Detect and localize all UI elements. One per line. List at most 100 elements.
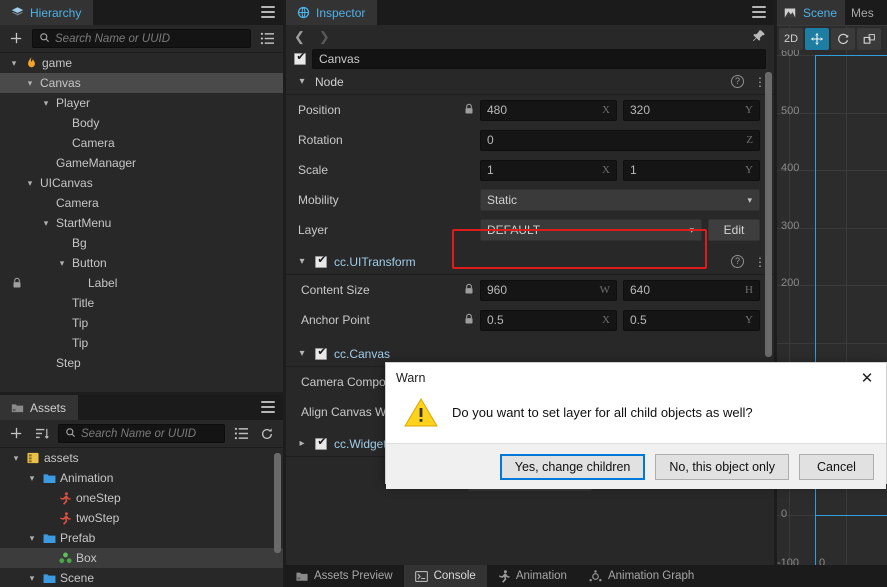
tree-item-animation[interactable]: ▾Animation [0,468,283,488]
question-icon[interactable]: ? [731,75,744,88]
dialog-button-yes-change-children[interactable]: Yes, change children [500,454,646,480]
node-enabled-checkbox[interactable] [294,53,306,65]
chevron-down-icon[interactable]: ▾ [296,256,308,267]
chevron-right-icon[interactable]: ▸ [296,438,308,449]
rotate-tool-icon[interactable] [831,28,855,50]
section-node[interactable]: ▾ Node ? ⋮ [286,69,774,95]
chevron-right-icon[interactable]: ❯ [319,29,330,45]
assets-search[interactable] [58,424,225,443]
tree-item-camera[interactable]: Camera [0,133,283,153]
content-size-height-input[interactable]: 640 H [623,280,760,301]
tab-assets[interactable]: Assets [0,395,78,420]
inspector-scrollbar[interactable] [765,72,772,357]
lock-icon[interactable] [458,103,480,118]
tree-item-tip[interactable]: Tip [0,313,283,333]
anchor-point-y-input[interactable]: 0.5 Y [623,310,760,331]
pin-icon[interactable] [752,29,766,46]
add-asset-button[interactable] [6,424,26,444]
rotation-z-input[interactable]: 0 Z [480,130,760,151]
tree-item-onestep[interactable]: oneStep [0,488,283,508]
scale-tool-icon[interactable] [857,28,881,50]
section-uitransform[interactable]: ▾ cc.UITransform ? ⋮ [286,249,774,275]
tab-scene[interactable]: Scene [777,0,845,25]
lock-icon[interactable] [10,277,24,292]
chevron-down-icon[interactable]: ▾ [56,258,68,269]
tree-item-tip[interactable]: Tip [0,333,283,353]
scale-x-input[interactable]: 1 X [480,160,617,181]
hierarchy-menu-icon[interactable] [261,6,275,18]
tree-item-canvas[interactable]: ▾Canvas [0,73,283,93]
tab-inspector[interactable]: Inspector [286,0,377,25]
lock-icon[interactable] [458,313,480,328]
tree-item-label[interactable]: Label [0,273,283,293]
layer-edit-button[interactable]: Edit [708,219,760,241]
tree-item-title[interactable]: Title [0,293,283,313]
hierarchy-search[interactable] [32,29,251,48]
chevron-down-icon[interactable]: ▾ [296,76,308,87]
add-node-button[interactable] [6,29,26,49]
bottom-tab-assets-preview[interactable]: Assets Preview [285,565,404,587]
close-icon[interactable]: ✕ [856,367,878,389]
scale-y-input[interactable]: 1 Y [623,160,760,181]
assets-menu-icon[interactable] [261,401,275,413]
hierarchy-tree[interactable]: ▾game▾Canvas▾Player Body Camera GameMana… [0,53,283,392]
tree-item-box[interactable]: Box [0,548,283,568]
position-y-input[interactable]: 320 Y [623,100,760,121]
chevron-down-icon[interactable]: ▾ [296,348,308,359]
tree-item-scene[interactable]: ▾Scene [0,568,283,587]
scene-2d-toggle[interactable]: 2D [779,28,803,50]
chevron-down-icon[interactable]: ▾ [8,58,20,69]
bottom-tab-animation-graph[interactable]: Animation Graph [578,565,705,587]
chevron-left-icon[interactable]: ❮ [294,29,305,45]
bottom-tab-animation[interactable]: Animation [487,565,578,587]
node-name-field[interactable]: Canvas [312,49,766,69]
chevron-down-icon[interactable]: ▾ [40,218,52,229]
question-icon[interactable]: ? [731,255,744,268]
inspector-menu-icon[interactable] [752,6,766,18]
move-tool-icon[interactable] [805,28,829,50]
bottom-tab-console[interactable]: Console [404,565,487,587]
dialog-button-no-this-object-only[interactable]: No, this object only [655,454,789,480]
position-x-input[interactable]: 480 X [480,100,617,121]
chevron-down-icon[interactable]: ▾ [26,533,38,544]
chevron-down-icon[interactable]: ▾ [10,453,22,464]
chevron-down-icon[interactable]: ▾ [40,98,52,109]
sort-icon[interactable] [32,424,52,444]
tree-item-twostep[interactable]: twoStep [0,508,283,528]
lock-icon[interactable] [458,283,480,298]
assets-scrollbar[interactable] [274,453,281,553]
tree-item-button[interactable]: ▾Button [0,253,283,273]
assets-search-input[interactable] [81,428,218,440]
uitransform-enabled-checkbox[interactable] [315,256,327,268]
tree-item-game[interactable]: ▾game [0,53,283,73]
tree-item-bg[interactable]: Bg [0,233,283,253]
chevron-down-icon[interactable]: ▾ [26,573,38,584]
canvas-enabled-checkbox[interactable] [315,348,327,360]
assets-tree[interactable]: ▾assets▾Animation oneStep twoStep▾Prefab… [0,448,283,587]
chevron-down-icon[interactable]: ▾ [24,78,36,89]
dialog-button-cancel[interactable]: Cancel [799,454,874,480]
tree-item-body[interactable]: Body [0,113,283,133]
chevron-down-icon[interactable]: ▾ [26,473,38,484]
anchor-point-x-input[interactable]: 0.5 X [480,310,617,331]
tree-item-camera[interactable]: Camera [0,193,283,213]
warn-dialog[interactable]: Warn ✕ Do you want to set layer for all … [385,362,887,484]
tree-item-uicanvas[interactable]: ▾UICanvas [0,173,283,193]
widget-enabled-checkbox[interactable] [315,438,327,450]
tab-message[interactable]: Mes [845,0,880,25]
mobility-select[interactable]: Static ▾ [480,189,760,211]
refresh-icon[interactable] [257,424,277,444]
hierarchy-search-input[interactable] [55,33,244,45]
assets-list-view-icon[interactable] [231,424,251,444]
layer-select[interactable]: DEFAULT ▾ [480,219,702,241]
chevron-down-icon[interactable]: ▾ [24,178,36,189]
tree-item-step[interactable]: Step [0,353,283,373]
tree-item-gamemanager[interactable]: GameManager [0,153,283,173]
tree-item-assets[interactable]: ▾assets [0,448,283,468]
tree-item-startmenu[interactable]: ▾StartMenu [0,213,283,233]
tree-item-prefab[interactable]: ▾Prefab [0,528,283,548]
content-size-width-input[interactable]: 960 W [480,280,617,301]
tab-hierarchy[interactable]: Hierarchy [0,0,93,25]
tree-item-player[interactable]: ▾Player [0,93,283,113]
hierarchy-list-view-icon[interactable] [257,29,277,49]
